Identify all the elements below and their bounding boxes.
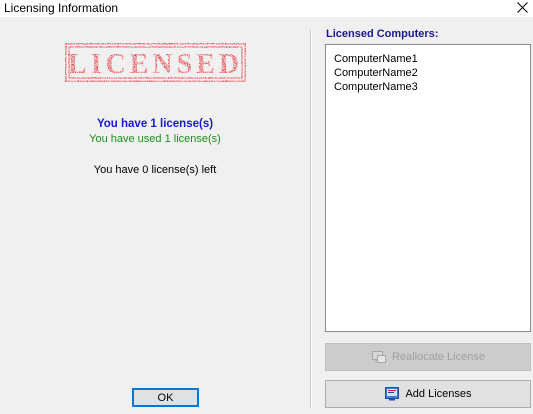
computer-list-item[interactable]: ComputerName3: [334, 80, 418, 94]
computer-list-item[interactable]: ComputerName1: [334, 52, 418, 66]
licensed-computers-list[interactable]: ComputerName1 ComputerName2 ComputerName3: [325, 44, 531, 332]
computer-swap-icon: [371, 349, 387, 365]
reallocate-license-label: Reallocate License: [392, 351, 485, 363]
ok-button[interactable]: OK: [132, 388, 199, 407]
add-license-icon: [384, 386, 400, 402]
add-licenses-button[interactable]: Add Licenses: [325, 380, 531, 408]
close-icon: [516, 1, 528, 16]
panel-divider: [310, 30, 311, 408]
licensed-computers-header: Licensed Computers:: [326, 28, 439, 40]
title-bar: Licensing Information: [0, 0, 533, 17]
close-button[interactable]: [511, 0, 533, 17]
computer-list-item[interactable]: ComputerName2: [334, 66, 418, 80]
licensed-stamp-logo: LICENSED: [63, 41, 248, 84]
licenses-used-text: You have used 1 license(s): [89, 133, 221, 145]
stamp-text: LICENSED: [68, 49, 243, 80]
licenses-have-text: You have 1 license(s): [96, 118, 214, 130]
licenses-left-text: You have 0 license(s) left: [93, 164, 217, 176]
window-title: Licensing Information: [4, 1, 119, 15]
reallocate-license-button[interactable]: Reallocate License: [325, 343, 531, 371]
add-licenses-label: Add Licenses: [405, 388, 472, 400]
